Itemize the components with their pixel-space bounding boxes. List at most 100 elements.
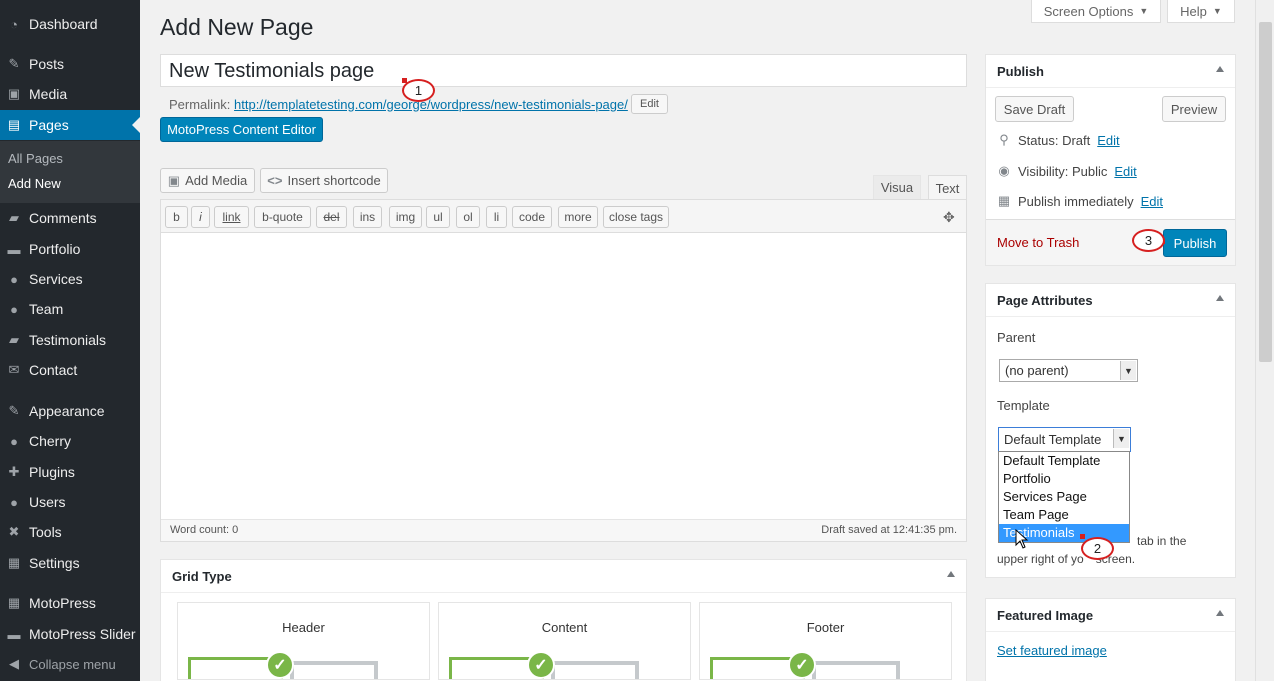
content-editor[interactable]: b i link b-quote del ins img ul ol li code more clos… (160, 199, 967, 542)
schedule-label: Publish immediately (1018, 193, 1134, 209)
quicktag-close-tags-button[interactable]: close tags (603, 206, 669, 228)
toggle-arrow-icon[interactable] (1216, 295, 1224, 301)
quicktag-li-button[interactable]: li (486, 206, 507, 228)
sidebar-item-motopress[interactable]: ▦ MotoPress (0, 588, 140, 618)
status-edit-link[interactable]: Edit (1097, 133, 1119, 148)
page-attributes-header[interactable]: Page Attributes (986, 284, 1235, 317)
insert-shortcode-label: Insert shortcode (287, 173, 381, 188)
template-option[interactable]: Portfolio (999, 470, 1129, 488)
grid-type-header[interactable]: Grid Type (161, 560, 966, 593)
sidebar-item-services[interactable]: ● Services (0, 264, 140, 294)
sidebar-item-label: Pages (29, 117, 69, 133)
help-button[interactable]: Help ▼ (1167, 0, 1235, 23)
toggle-arrow-icon[interactable] (1216, 66, 1224, 72)
quicktag-code-button[interactable]: code (512, 206, 552, 228)
sidebar-item-team[interactable]: ● Team (0, 294, 140, 324)
sidebar-item-label: Appearance (29, 403, 105, 419)
toggle-arrow-icon[interactable] (947, 571, 955, 577)
template-value: Default Template (1004, 432, 1102, 447)
callout-1: 1 (402, 79, 435, 102)
sidebar-item-portfolio[interactable]: ▬ Portfolio (0, 234, 140, 264)
media-icon: ▣ (167, 172, 181, 188)
sidebar-item-settings[interactable]: ▦ Settings (0, 548, 140, 578)
screen-options-label: Screen Options (1043, 3, 1134, 19)
media-icon: ▣ (7, 86, 21, 101)
permalink-url[interactable]: http://templatetesting.com/george/wordpr… (234, 97, 628, 112)
quicktag-i-button[interactable]: i (191, 206, 210, 228)
set-featured-image-link[interactable]: Set featured image (997, 643, 1107, 658)
grid-type-title: Grid Type (172, 569, 232, 584)
template-option[interactable]: Default Template (999, 452, 1129, 470)
checkmark-icon: ✓ (527, 651, 555, 679)
sidebar-item-pages[interactable]: ▤ Pages (0, 110, 140, 140)
template-select[interactable]: Default Template ▼ (998, 427, 1131, 452)
submenu-all-pages[interactable]: All Pages (8, 151, 63, 166)
sidebar-item-plugins[interactable]: ✚ Plugins (0, 457, 140, 487)
featured-image-header[interactable]: Featured Image (986, 599, 1235, 632)
post-title-input[interactable]: New Testimonials page (160, 54, 967, 87)
scrollbar-thumb[interactable] (1259, 22, 1272, 362)
publish-header[interactable]: Publish (986, 55, 1235, 88)
tab-text[interactable]: Text (928, 175, 967, 200)
save-draft-button[interactable]: Save Draft (995, 96, 1074, 122)
page-attributes-title: Page Attributes (997, 293, 1093, 308)
sidebar-item-label: Comments (29, 210, 97, 226)
sidebar-item-dashboard[interactable]: ◔ Dashboard (0, 9, 140, 39)
quicktag-ol-button[interactable]: ol (456, 206, 480, 228)
grid-option-footer[interactable]: Footer ✓ (699, 602, 952, 680)
tab-visual[interactable]: Visua (873, 175, 921, 200)
visibility-edit-link[interactable]: Edit (1114, 164, 1136, 179)
sidebar-item-label: Plugins (29, 464, 75, 480)
fullscreen-icon[interactable]: ✥ (943, 209, 955, 226)
quicktag-b-quote-button[interactable]: b-quote (254, 206, 311, 228)
quicktag-ins-button[interactable]: ins (353, 206, 382, 228)
parent-value: (no parent) (1005, 363, 1069, 378)
grid-option-header[interactable]: Header ✓ (177, 602, 430, 680)
quicktag-more-button[interactable]: more (558, 206, 598, 228)
sidebar-item-contact[interactable]: ✉ Contact (0, 355, 140, 385)
schedule-edit-link[interactable]: Edit (1141, 194, 1163, 209)
visibility-label: Visibility: Public (1018, 163, 1108, 179)
sidebar-item-cherry[interactable]: ● Cherry (0, 426, 140, 456)
insert-shortcode-button[interactable]: <> Insert shortcode (260, 168, 388, 193)
sidebar-item-label: Settings (29, 555, 80, 571)
publish-button[interactable]: Publish (1163, 229, 1227, 257)
motopress-editor-button[interactable]: MotoPress Content Editor (160, 117, 323, 142)
sidebar-item-label: Users (29, 494, 66, 510)
sidebar-item-tools[interactable]: ✖ Tools (0, 517, 140, 547)
move-to-trash-link[interactable]: Move to Trash (997, 235, 1079, 250)
sidebar-item-appearance[interactable]: ✎ Appearance (0, 396, 140, 426)
collapse-menu-button[interactable]: ◀ Collapse menu (0, 649, 140, 679)
publish-actions: Move to Trash Publish (986, 219, 1235, 265)
toggle-arrow-icon[interactable] (1216, 610, 1224, 616)
template-option[interactable]: Services Page (999, 488, 1129, 506)
quicktag-del-button[interactable]: del (316, 206, 347, 228)
sidebar-item-comments[interactable]: ▰ Comments (0, 203, 140, 233)
sidebar-item-users[interactable]: ● Users (0, 487, 140, 517)
window-scrollbar[interactable] (1255, 0, 1274, 681)
sidebar-item-posts[interactable]: ✎ Posts (0, 49, 140, 79)
sidebar-item-motopress-slider[interactable]: ▬ MotoPress Slider (0, 619, 140, 649)
sidebar-item-media[interactable]: ▣ Media (0, 79, 140, 109)
parent-select[interactable]: (no parent) ▼ (999, 359, 1138, 382)
sidebar-item-label: Team (29, 301, 64, 317)
sidebar-item-label: Testimonials (29, 332, 107, 348)
template-option[interactable]: Team Page (999, 506, 1129, 524)
quicktag-ul-button[interactable]: ul (426, 206, 450, 228)
grid-option-content[interactable]: Content ✓ (438, 602, 691, 680)
sidebar-item-label: Services (29, 271, 83, 287)
quicktag-link-button[interactable]: link (214, 206, 249, 228)
quicktag-b-button[interactable]: b (165, 206, 188, 228)
mouse-cursor-icon (1015, 529, 1029, 549)
sidebar-item-testimonials[interactable]: ▰ Testimonials (0, 325, 140, 355)
quicktag-img-button[interactable]: img (389, 206, 422, 228)
eye-icon: ◉ (998, 163, 1010, 178)
add-media-button[interactable]: ▣ Add Media (160, 168, 255, 193)
permalink-edit-button[interactable]: Edit (631, 94, 668, 114)
slider-icon: ▬ (7, 626, 21, 642)
template-label: Template (997, 398, 1050, 413)
submenu-add-new[interactable]: Add New (8, 176, 61, 191)
schedule-row: ▦ Publish immediately Edit (997, 193, 1163, 209)
preview-button[interactable]: Preview (1162, 96, 1226, 122)
screen-options-button[interactable]: Screen Options ▼ (1031, 0, 1161, 23)
